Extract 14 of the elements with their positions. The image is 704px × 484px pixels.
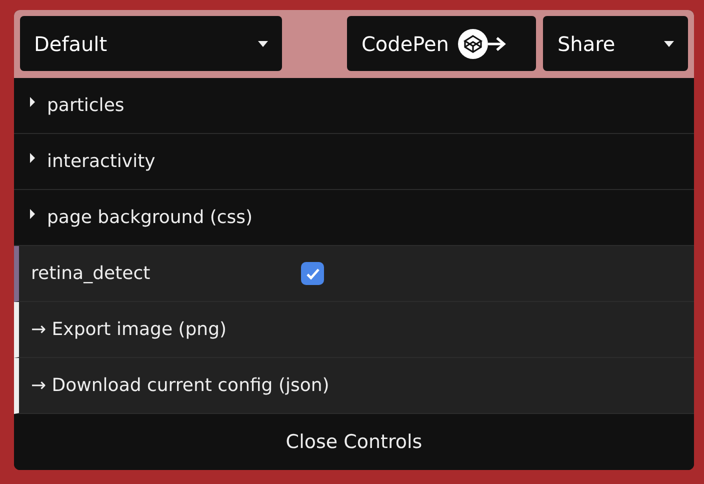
folder-label: page background (css) — [47, 206, 253, 230]
checkbox[interactable] — [301, 262, 324, 285]
setting-label: retina_detect — [31, 262, 152, 286]
folder-label: interactivity — [47, 150, 156, 174]
caret-icon — [258, 40, 268, 46]
action-row[interactable]: → Download current config (json) — [14, 358, 694, 414]
preset-dropdown[interactable]: Default — [20, 16, 282, 71]
checkmark-icon — [306, 268, 320, 280]
folder-label: particles — [47, 94, 124, 118]
caret-icon — [664, 40, 674, 46]
share-dropdown[interactable]: Share — [543, 16, 688, 71]
cube-arrow-icon — [456, 26, 507, 60]
codepen-button[interactable]: CodePen — [347, 16, 536, 71]
action-row[interactable]: → Export image (png) — [14, 302, 694, 358]
